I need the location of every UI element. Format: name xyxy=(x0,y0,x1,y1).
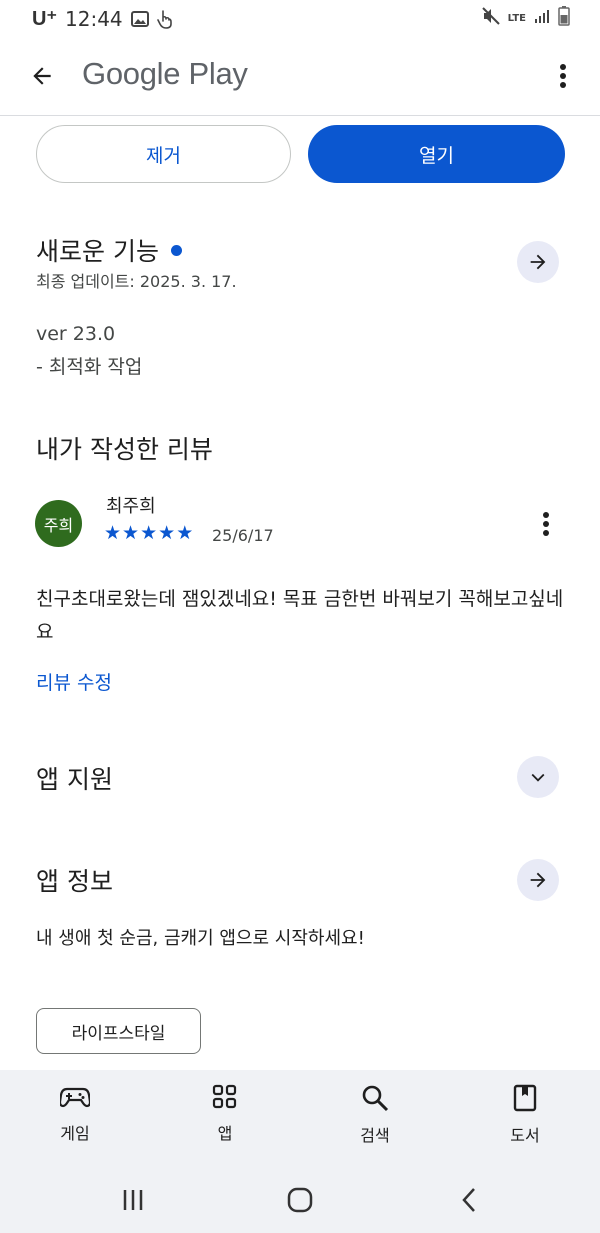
review-date: 25/6/17 xyxy=(212,526,274,545)
search-icon xyxy=(362,1085,389,1112)
whats-new-arrow-button[interactable] xyxy=(517,241,559,283)
app-info-arrow-button[interactable] xyxy=(517,859,559,901)
uninstall-button[interactable]: 제거 xyxy=(36,125,291,183)
network-type-label: LTE xyxy=(507,12,526,24)
nav-item-search[interactable]: 검색 xyxy=(300,1070,450,1164)
app-bar: Google Play xyxy=(0,36,600,116)
category-chip[interactable]: 라이프스타일 xyxy=(36,1008,201,1054)
nav-label-games: 게임 xyxy=(60,1124,90,1143)
home-button[interactable] xyxy=(284,1182,316,1218)
arrow-forward-icon xyxy=(530,872,546,888)
mute-icon xyxy=(481,7,500,29)
app-support-expand-button[interactable] xyxy=(517,756,559,798)
app-info-title: 앱 정보 xyxy=(36,867,113,896)
arrow-back-icon xyxy=(33,67,51,85)
nav-label-search: 검색 xyxy=(360,1126,390,1145)
my-review-title: 내가 작성한 리뷰 xyxy=(36,435,213,464)
gamepad-icon xyxy=(60,1087,90,1108)
home-icon xyxy=(287,1187,313,1213)
nav-label-books: 도서 xyxy=(510,1126,540,1145)
whats-new-title: 새로운 기능 xyxy=(36,237,159,266)
review-text: 친구초대로왔는데 잼있겠네요! 목표 금한번 바꿔보기 꼭해보고싶네요 xyxy=(36,588,564,643)
whats-new-heading: 새로운 기능 xyxy=(36,232,182,268)
battery-icon xyxy=(558,6,570,30)
star-icon: ★ xyxy=(158,522,176,544)
back-button[interactable] xyxy=(22,56,62,96)
app-description: 내 생애 첫 순금, 금캐기 앱으로 시작하세요! xyxy=(36,928,365,949)
status-left: U⁺ 12:44 xyxy=(32,6,173,31)
recent-apps-button[interactable] xyxy=(118,1182,148,1218)
star-icon: ★ xyxy=(140,522,158,544)
last-updated-text: 최종 업데이트: 2025. 3. 17. xyxy=(36,272,237,291)
release-notes: ver 23.0 - 최적화 작업 xyxy=(36,318,142,384)
nav-label-apps: 앱 xyxy=(217,1124,233,1143)
carrier-label: U⁺ xyxy=(32,8,57,30)
signal-icon xyxy=(534,8,550,28)
bottom-nav: 게임 앱 검색 도서 xyxy=(0,1070,600,1164)
chevron-down-icon xyxy=(531,773,545,782)
clock: 12:44 xyxy=(65,6,123,31)
touch-icon xyxy=(156,9,173,29)
more-vert-icon xyxy=(543,512,549,536)
status-bar: U⁺ 12:44 LTE xyxy=(0,0,600,36)
open-button[interactable]: 열기 xyxy=(308,125,565,183)
apps-grid-icon xyxy=(212,1084,237,1109)
more-options-button[interactable] xyxy=(548,56,578,96)
gallery-icon xyxy=(130,10,149,27)
nav-item-apps[interactable]: 앱 xyxy=(150,1070,300,1164)
reviewer-name: 최주희 xyxy=(106,496,156,517)
star-icon: ★ xyxy=(104,522,122,544)
app-title: Google Play xyxy=(82,56,248,91)
nav-item-books[interactable]: 도서 xyxy=(450,1070,600,1164)
star-icon: ★ xyxy=(122,522,140,544)
system-back-button[interactable] xyxy=(456,1182,482,1218)
new-indicator-dot xyxy=(170,244,182,256)
more-vert-icon xyxy=(560,64,566,88)
review-more-button[interactable] xyxy=(531,506,561,542)
chevron-left-icon xyxy=(462,1188,475,1212)
book-icon xyxy=(513,1084,537,1112)
app-support-title: 앱 지원 xyxy=(36,765,113,794)
recent-apps-icon xyxy=(123,1190,143,1210)
arrow-forward-icon xyxy=(530,254,546,270)
avatar: 주희 xyxy=(35,500,82,547)
version-text: ver 23.0 xyxy=(36,323,116,345)
release-note-line: - 최적화 작업 xyxy=(36,356,143,378)
nav-item-games[interactable]: 게임 xyxy=(0,1070,150,1164)
system-nav-bar xyxy=(0,1164,600,1233)
star-rating: ★ ★ ★ ★ ★ xyxy=(104,523,193,543)
star-icon: ★ xyxy=(176,522,194,544)
edit-review-link[interactable]: 리뷰 수정 xyxy=(36,668,112,695)
status-right: LTE xyxy=(481,6,570,30)
